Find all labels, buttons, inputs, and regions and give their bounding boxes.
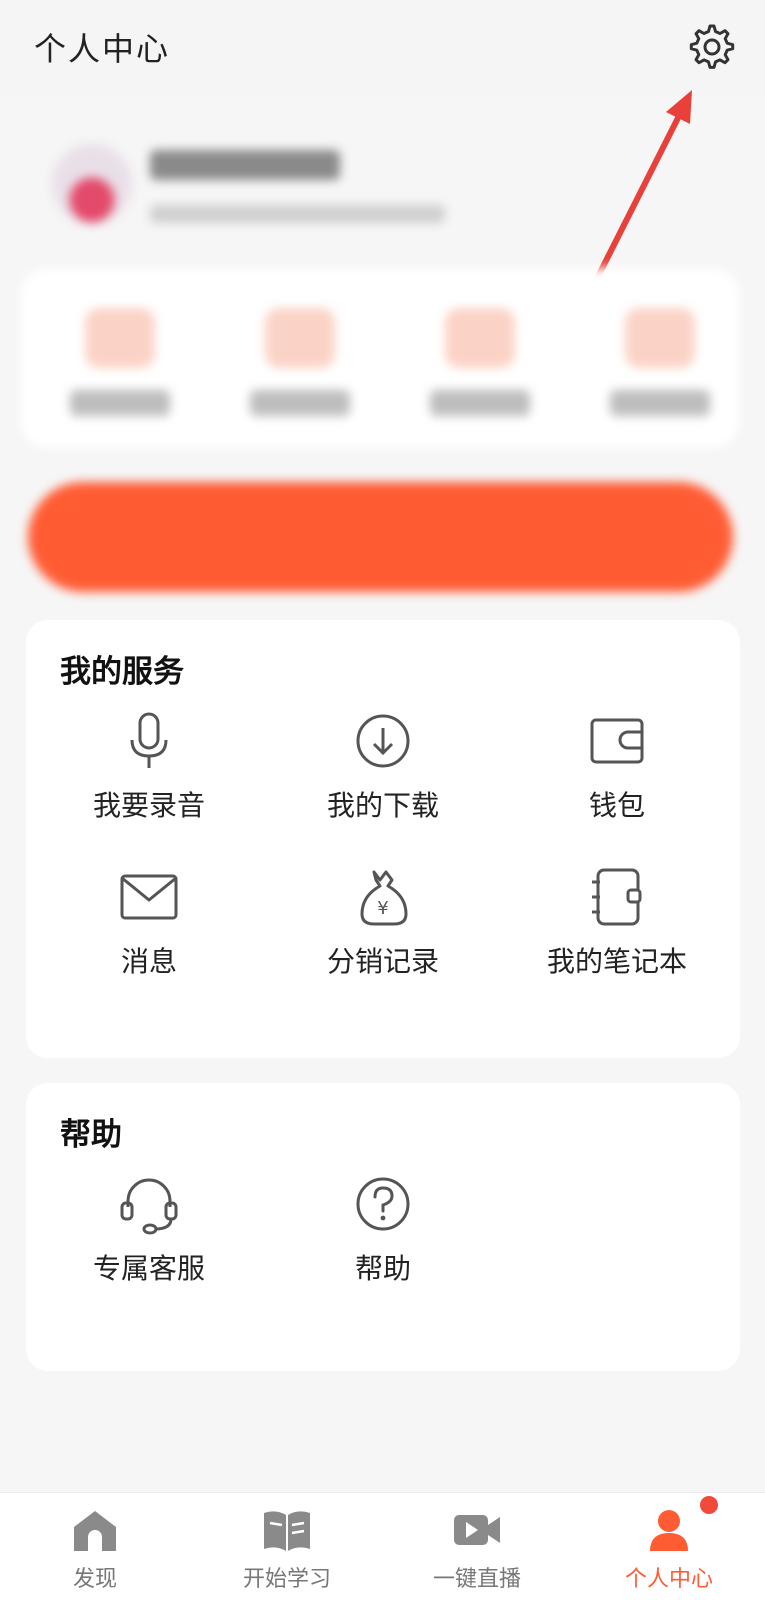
- money-bag-icon: ¥: [360, 870, 408, 926]
- profile-header[interactable]: [0, 130, 765, 250]
- bottom-tab-bar: 发现 开始学习 一键直播 个人中心: [0, 1492, 765, 1600]
- service-wallet[interactable]: 钱包: [512, 710, 722, 840]
- help-card: 帮助 专属客服 帮助: [26, 1083, 740, 1371]
- user-subtitle-blurred: [150, 205, 445, 223]
- service-notebook[interactable]: 我的笔记本: [512, 866, 722, 996]
- tab-label: 一键直播: [432, 1567, 521, 1592]
- help-title: 帮助: [60, 1117, 122, 1153]
- download-icon: [356, 714, 410, 768]
- service-label: 分销记录: [326, 945, 439, 978]
- tab-personal-center[interactable]: 个人中心: [594, 1507, 744, 1597]
- gear-icon: [689, 24, 735, 69]
- notification-badge: [700, 1496, 718, 1514]
- tab-live[interactable]: 一键直播: [402, 1507, 552, 1597]
- mail-icon: [120, 874, 178, 920]
- stat-item[interactable]: [240, 298, 360, 428]
- top-bar: 个人中心: [0, 0, 765, 96]
- book-icon: [264, 1511, 310, 1551]
- settings-button[interactable]: [685, 20, 739, 74]
- home-icon: [74, 1511, 116, 1551]
- stat-item[interactable]: [600, 298, 720, 428]
- page-title: 个人中心: [34, 30, 171, 68]
- headset-icon: [120, 1178, 178, 1235]
- wallet-icon: [590, 718, 644, 764]
- service-label: 钱包: [588, 789, 645, 822]
- tab-label: 发现: [72, 1567, 117, 1592]
- help-label: 专属客服: [92, 1252, 205, 1285]
- service-label: 我要录音: [92, 789, 205, 822]
- notebook-icon: [592, 868, 642, 926]
- tab-start-learning[interactable]: 开始学习: [212, 1507, 362, 1597]
- primary-action-button-blurred[interactable]: [28, 482, 733, 592]
- service-download[interactable]: 我的下载: [278, 710, 488, 840]
- service-record[interactable]: 我要录音: [44, 710, 254, 840]
- avatar[interactable]: [52, 144, 132, 224]
- service-label: 我的下载: [326, 789, 439, 822]
- stat-item[interactable]: [60, 298, 180, 428]
- services-title: 我的服务: [60, 654, 184, 690]
- service-label: 我的笔记本: [546, 945, 687, 978]
- services-card: 我的服务 我要录音 我的下载 钱包 消息 ¥ 分销记录 我的笔记本: [26, 620, 740, 1058]
- service-distribution[interactable]: ¥ 分销记录: [278, 866, 488, 996]
- service-label: 消息: [120, 945, 177, 978]
- service-messages[interactable]: 消息: [44, 866, 254, 996]
- microphone-icon: [130, 712, 168, 768]
- stat-item[interactable]: [420, 298, 540, 428]
- tab-label: 个人中心: [624, 1567, 713, 1592]
- tab-label: 开始学习: [242, 1567, 331, 1592]
- help-label: 帮助: [354, 1252, 411, 1285]
- video-icon: [454, 1515, 500, 1545]
- question-icon: [356, 1177, 410, 1231]
- help-customer-service[interactable]: 专属客服: [44, 1173, 254, 1303]
- help-faq[interactable]: 帮助: [278, 1173, 488, 1303]
- stats-card-blurred: [20, 268, 740, 448]
- tab-discover[interactable]: 发现: [20, 1507, 170, 1597]
- person-icon: [650, 1510, 688, 1551]
- username-blurred: [150, 150, 340, 180]
- svg-text:¥: ¥: [377, 898, 388, 919]
